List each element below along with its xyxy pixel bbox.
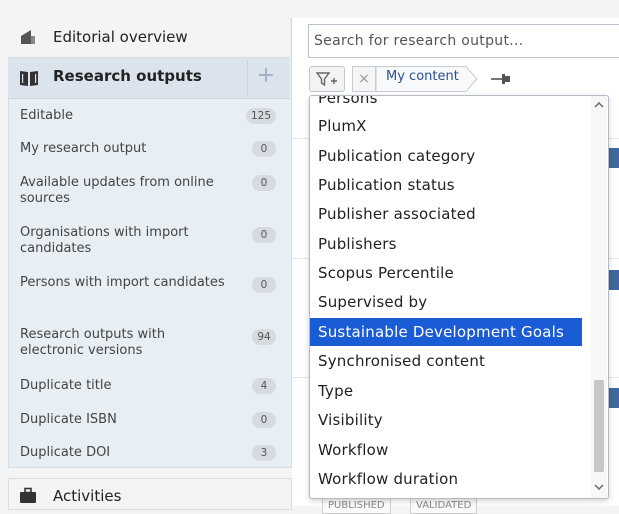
- sidebar-item-editable[interactable]: Editable 125: [8, 106, 290, 124]
- count-badge: 94: [252, 329, 276, 345]
- dropdown-option-workflow-duration[interactable]: Workflow duration: [310, 465, 582, 493]
- dropdown-option-sustainable-development-goals[interactable]: Sustainable Development Goals: [310, 318, 582, 346]
- dropdown-option-publisher-associated[interactable]: Publisher associated: [310, 200, 582, 228]
- sidebar-item-duplicate-isbn[interactable]: Duplicate ISBN 0: [8, 410, 290, 428]
- count-badge: 0: [252, 277, 276, 293]
- dropdown-option-persons[interactable]: Persons: [310, 96, 582, 112]
- dropdown-option-type[interactable]: Type: [310, 377, 582, 405]
- research-outputs-label[interactable]: Research outputs: [53, 67, 202, 85]
- count-badge: 125: [245, 108, 276, 124]
- dropdown-option-publication-status[interactable]: Publication status: [310, 171, 582, 199]
- briefcase-icon: [20, 487, 36, 503]
- dropdown-option-synchronised-content[interactable]: Synchronised content: [310, 347, 582, 375]
- status-badge: VALIDATED: [410, 498, 478, 514]
- scroll-down-arrow-icon[interactable]: [593, 482, 605, 492]
- sidebar-item-label: Available updates from online sources: [20, 175, 214, 206]
- search-placeholder: Search for research output...: [314, 33, 524, 49]
- dropdown-option-publishers[interactable]: Publishers: [310, 230, 582, 258]
- count-badge: 0: [252, 227, 276, 243]
- add-research-output-button[interactable]: +: [255, 62, 277, 90]
- editorial-overview-label[interactable]: Editorial overview: [53, 28, 188, 46]
- activities-link[interactable]: [8, 478, 292, 510]
- book-icon: [20, 71, 38, 86]
- sidebar-item-label: Editable: [20, 108, 74, 123]
- pin-icon[interactable]: [490, 72, 512, 86]
- filter-plus-icon: [315, 72, 337, 87]
- sidebar-item-label: Organisations with import candidates: [20, 225, 189, 256]
- sidebar-item-persons-import[interactable]: Persons with import candidates 0: [8, 273, 290, 309]
- sidebar-item-label: Duplicate DOI: [20, 445, 111, 460]
- sidebar-item-label: Duplicate title: [20, 378, 112, 393]
- scrollbar-thumb[interactable]: [594, 380, 604, 472]
- editorial-overview-icon: [21, 30, 35, 44]
- remove-filter-button[interactable]: ×: [352, 66, 376, 92]
- sidebar-item-duplicate-doi[interactable]: Duplicate DOI 3: [8, 443, 290, 461]
- sidebar-item-available-updates[interactable]: Available updates from online sources 0: [8, 173, 290, 209]
- count-badge: 0: [252, 412, 276, 428]
- dropdown-option-scopus-percentile[interactable]: Scopus Percentile: [310, 259, 582, 287]
- status-badge: PUBLISHED: [322, 498, 391, 514]
- filter-options-dropdown[interactable]: Persons PlumX Publication category Publi…: [309, 95, 609, 499]
- header-divider: [247, 60, 248, 96]
- sidebar-item-duplicate-title[interactable]: Duplicate title 4: [8, 376, 290, 394]
- scroll-up-arrow-icon[interactable]: [593, 100, 605, 110]
- sidebar-item-my-research-output[interactable]: My research output 0: [8, 139, 290, 157]
- dropdown-option-visibility[interactable]: Visibility: [310, 406, 582, 434]
- count-badge: 4: [252, 378, 276, 394]
- sidebar-item-label: Duplicate ISBN: [20, 412, 117, 427]
- activities-label[interactable]: Activities: [53, 487, 121, 505]
- dropdown-option-plumx[interactable]: PlumX: [310, 112, 582, 140]
- sidebar-item-label: Persons with import candidates: [20, 275, 225, 290]
- sidebar-item-electronic-versions[interactable]: Research outputs with electronic version…: [8, 325, 290, 361]
- dropdown-option-publication-category[interactable]: Publication category: [310, 142, 582, 170]
- count-badge: 0: [252, 175, 276, 191]
- sidebar-item-label: Research outputs with electronic version…: [20, 327, 166, 358]
- dropdown-option-workflow[interactable]: Workflow: [310, 436, 582, 464]
- count-badge: 0: [252, 141, 276, 157]
- dropdown-option-supervised-by[interactable]: Supervised by: [310, 288, 582, 316]
- count-badge: 3: [252, 445, 276, 461]
- filter-tag-label: My content: [386, 69, 459, 84]
- sidebar-item-label: My research output: [20, 141, 147, 156]
- sidebar-item-organisations-import[interactable]: Organisations with import candidates 0: [8, 223, 290, 259]
